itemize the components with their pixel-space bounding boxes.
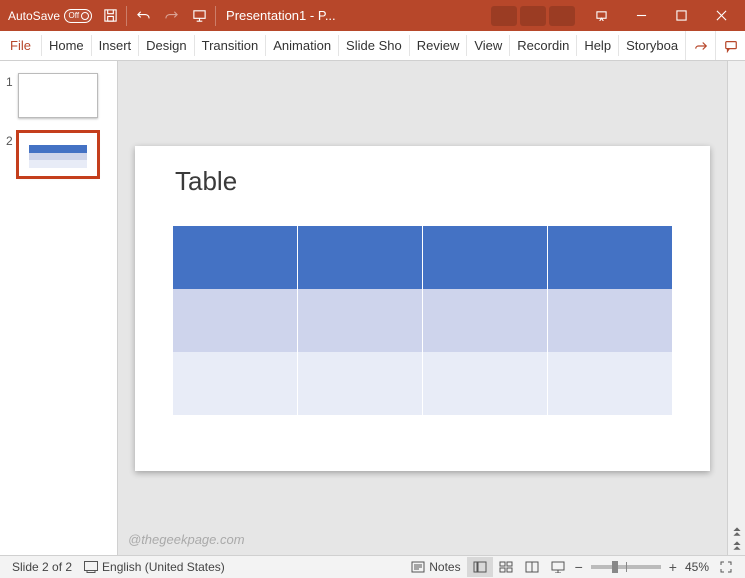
zoom-out-button[interactable]: − [571,559,587,575]
redo-button[interactable] [157,2,185,30]
account-area [491,6,575,26]
maximize-button[interactable] [661,0,701,31]
zoom-slider[interactable] [591,565,661,569]
slide-title[interactable]: Table [175,166,237,197]
title-bar: AutoSave Off Presentation1 - P... [0,0,745,31]
start-slideshow-button[interactable] [185,2,213,30]
slide-indicator[interactable]: Slide 2 of 2 [6,560,78,574]
watermark: @thegeekpage.com [128,532,245,547]
tab-help[interactable]: Help [577,31,618,60]
share-button[interactable] [685,31,715,60]
tab-file[interactable]: File [0,31,41,60]
reading-view-button[interactable] [519,557,545,577]
next-slide-icon[interactable] [731,539,743,551]
thumbnail-2[interactable]: 2 [0,128,117,187]
close-button[interactable] [701,0,741,31]
tab-transitions[interactable]: Transition [195,31,266,60]
tab-slideshow[interactable]: Slide Sho [339,31,409,60]
normal-view-button[interactable] [467,557,493,577]
slide: Table [135,146,710,471]
slideshow-view-button[interactable] [545,557,571,577]
inserted-table[interactable] [173,226,672,416]
zoom-level[interactable]: 45% [681,560,713,574]
tab-home[interactable]: Home [42,31,91,60]
tab-review[interactable]: Review [410,31,467,60]
autosave-toggle[interactable]: AutoSave Off [4,9,96,23]
tab-storyboard[interactable]: Storyboa [619,31,685,60]
workspace: 1 2 Table @thegeekpage.com [0,61,745,555]
thumbnail-preview [18,132,98,177]
slide-canvas[interactable]: Table @thegeekpage.com [118,61,727,555]
slide-thumbnails-panel: 1 2 [0,61,118,555]
minimize-button[interactable] [621,0,661,31]
thumbnail-preview [18,73,98,118]
vertical-scrollbar[interactable] [727,61,745,555]
tab-design[interactable]: Design [139,31,193,60]
tab-view[interactable]: View [467,31,509,60]
notes-button[interactable]: Notes [405,560,466,574]
tab-insert[interactable]: Insert [92,31,139,60]
toggle-off-icon: Off [64,9,92,23]
ribbon-options-button[interactable] [581,0,621,31]
thumbnail-1[interactable]: 1 [0,69,117,128]
comments-button[interactable] [715,31,745,60]
autosave-label: AutoSave [8,9,60,23]
slide-sorter-view-button[interactable] [493,557,519,577]
tab-recording[interactable]: Recordin [510,31,576,60]
language-indicator[interactable]: English (United States) [78,560,231,574]
fit-to-window-button[interactable] [713,557,739,577]
status-bar: Slide 2 of 2 English (United States) Not… [0,555,745,578]
undo-button[interactable] [129,2,157,30]
zoom-in-button[interactable]: + [665,559,681,575]
window-title: Presentation1 - P... [226,8,336,23]
ribbon-tabs: File Home Insert Design Transition Anima… [0,31,745,61]
prev-slide-icon[interactable] [731,525,743,537]
tab-animations[interactable]: Animation [266,31,338,60]
save-button[interactable] [96,2,124,30]
